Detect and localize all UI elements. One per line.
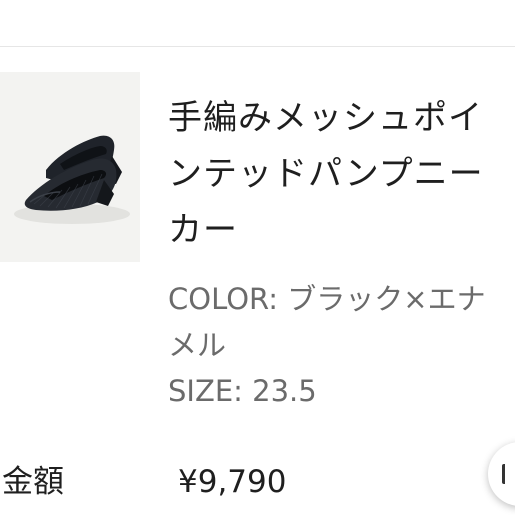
- product-title-line: カー: [168, 210, 238, 250]
- chat-bubble-icon: [502, 464, 515, 484]
- top-divider: [0, 46, 515, 47]
- order-item-screen: 手編みメッシュポイ ンテッドパンプニー カー COLOR: ブラック×エナ メル…: [0, 0, 515, 515]
- product-size: SIZE: 23.5: [168, 374, 317, 408]
- shoe-photo-icon: [0, 72, 140, 262]
- price-label: 金額: [2, 464, 64, 500]
- price-row: 金額 ¥9,790: [0, 452, 515, 512]
- product-color-line: COLOR: ブラック×エナ: [168, 282, 486, 316]
- product-title[interactable]: 手編みメッシュポイ ンテッドパンプニー カー: [168, 90, 508, 258]
- product-thumbnail[interactable]: [0, 72, 140, 262]
- product-attributes: COLOR: ブラック×エナ メル SIZE: 23.5: [168, 276, 486, 414]
- product-color-line: メル: [168, 328, 227, 362]
- product-title-line: 手編みメッシュポイ: [168, 98, 483, 138]
- product-title-line: ンテッドパンプニー: [168, 154, 484, 194]
- price-value: ¥9,790: [178, 464, 287, 500]
